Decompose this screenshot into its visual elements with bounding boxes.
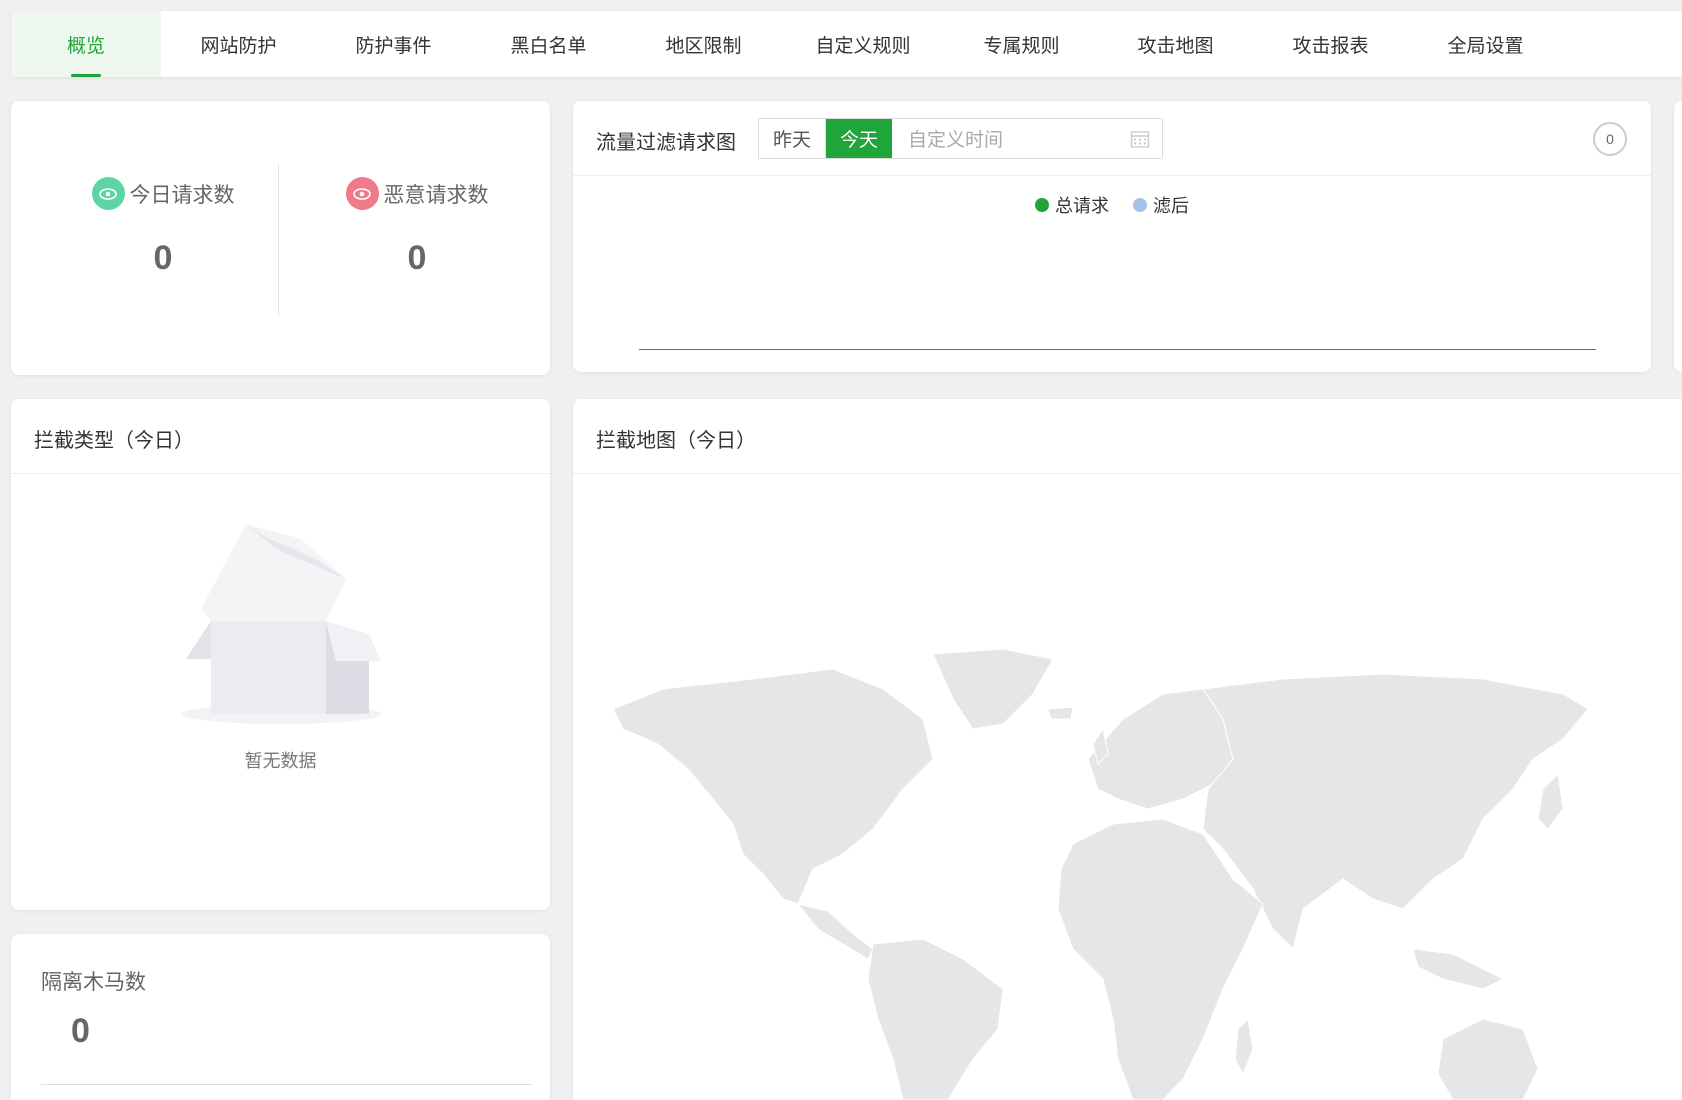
today-requests-value: 0 [153, 239, 173, 277]
greenland [932, 649, 1054, 730]
intercept-map-header: 拦截地图（今日） [573, 399, 1682, 474]
tab-global-settings[interactable]: 全局设置 [1408, 11, 1563, 77]
central-america [796, 903, 874, 960]
isolated-trojan-card: 隔离木马数 0 [11, 934, 550, 1100]
south-america [867, 938, 1004, 1100]
traffic-card-header: 流量过滤请求图 昨天 今天 自定义时间 0 [573, 101, 1651, 176]
isolated-trojan-title: 隔离木马数 [41, 970, 146, 994]
north-america [612, 668, 934, 905]
empty-data-text: 暂无数据 [244, 751, 317, 772]
legend-total-requests[interactable]: 总请求 [1035, 192, 1109, 218]
trojan-divider [41, 1084, 531, 1085]
traffic-card-title: 流量过滤请求图 [596, 130, 736, 154]
today-button[interactable]: 今天 [826, 119, 893, 158]
malicious-requests-label-row: 恶意请求数 [290, 177, 544, 210]
malicious-requests-value: 0 [407, 239, 427, 277]
eye-icon [91, 177, 125, 210]
legend-filtered[interactable]: 滤后 [1133, 192, 1189, 218]
chart-legend: 总请求 滤后 [573, 192, 1651, 218]
legend-filtered-label: 滤后 [1153, 196, 1189, 217]
today-requests-stat: 今日请求数 0 [36, 101, 290, 375]
stats-divider [278, 163, 279, 316]
traffic-filter-card: 流量过滤请求图 昨天 今天 自定义时间 0 总请求 滤后 [573, 101, 1651, 372]
tab-attack-map[interactable]: 攻击地图 [1098, 11, 1253, 77]
calendar-icon [1130, 129, 1150, 154]
malicious-requests-stat: 恶意请求数 0 [290, 101, 544, 375]
legend-filtered-dot [1133, 198, 1147, 212]
tab-exclusive-rules[interactable]: 专属规则 [945, 11, 1098, 77]
tab-overview[interactable]: 概览 [11, 11, 161, 77]
tab-black-white-list[interactable]: 黑白名单 [471, 11, 626, 77]
offscreen-card [1674, 101, 1682, 372]
isolated-trojan-value: 0 [71, 1012, 90, 1050]
date-range-group: 昨天 今天 自定义时间 [758, 118, 1164, 159]
world-map[interactable] [603, 649, 1623, 1100]
empty-box-icon [176, 519, 386, 733]
chart-x-axis [639, 349, 1596, 350]
intercept-map-card: 拦截地图（今日） [573, 399, 1682, 1100]
tab-site-protection[interactable]: 网站防护 [161, 11, 316, 77]
japan [1537, 772, 1564, 830]
intercept-map-title: 拦截地图（今日） [596, 428, 756, 452]
intercept-type-card: 拦截类型（今日） 暂无数据 [11, 399, 550, 910]
yesterday-button[interactable]: 昨天 [759, 119, 827, 158]
tab-attack-report[interactable]: 攻击报表 [1253, 11, 1408, 77]
tab-custom-rules[interactable]: 自定义规则 [781, 11, 945, 77]
intercept-type-title: 拦截类型（今日） [34, 428, 194, 452]
iceland [1047, 706, 1074, 720]
legend-total-label: 总请求 [1055, 196, 1109, 217]
malicious-requests-label: 恶意请求数 [383, 182, 489, 207]
madagascar [1234, 1017, 1254, 1076]
request-stats-card: 今日请求数 0 恶意请求数 0 [11, 101, 550, 375]
indonesia [1412, 948, 1505, 990]
today-requests-label-row: 今日请求数 [36, 177, 290, 210]
eye-icon [345, 177, 379, 210]
tab-region-limit[interactable]: 地区限制 [626, 11, 781, 77]
top-tab-bar: 概览 网站防护 防护事件 黑白名单 地区限制 自定义规则 专属规则 攻击地图 攻… [11, 11, 1682, 77]
custom-date-input[interactable]: 自定义时间 [892, 119, 1162, 158]
tab-protection-events[interactable]: 防护事件 [316, 11, 471, 77]
legend-total-dot [1035, 198, 1049, 212]
intercept-type-header: 拦截类型（今日） [11, 399, 550, 474]
today-requests-label: 今日请求数 [129, 182, 235, 207]
australia [1437, 1018, 1539, 1100]
refresh-countdown[interactable]: 0 [1593, 122, 1627, 156]
custom-date-placeholder: 自定义时间 [908, 129, 1004, 151]
